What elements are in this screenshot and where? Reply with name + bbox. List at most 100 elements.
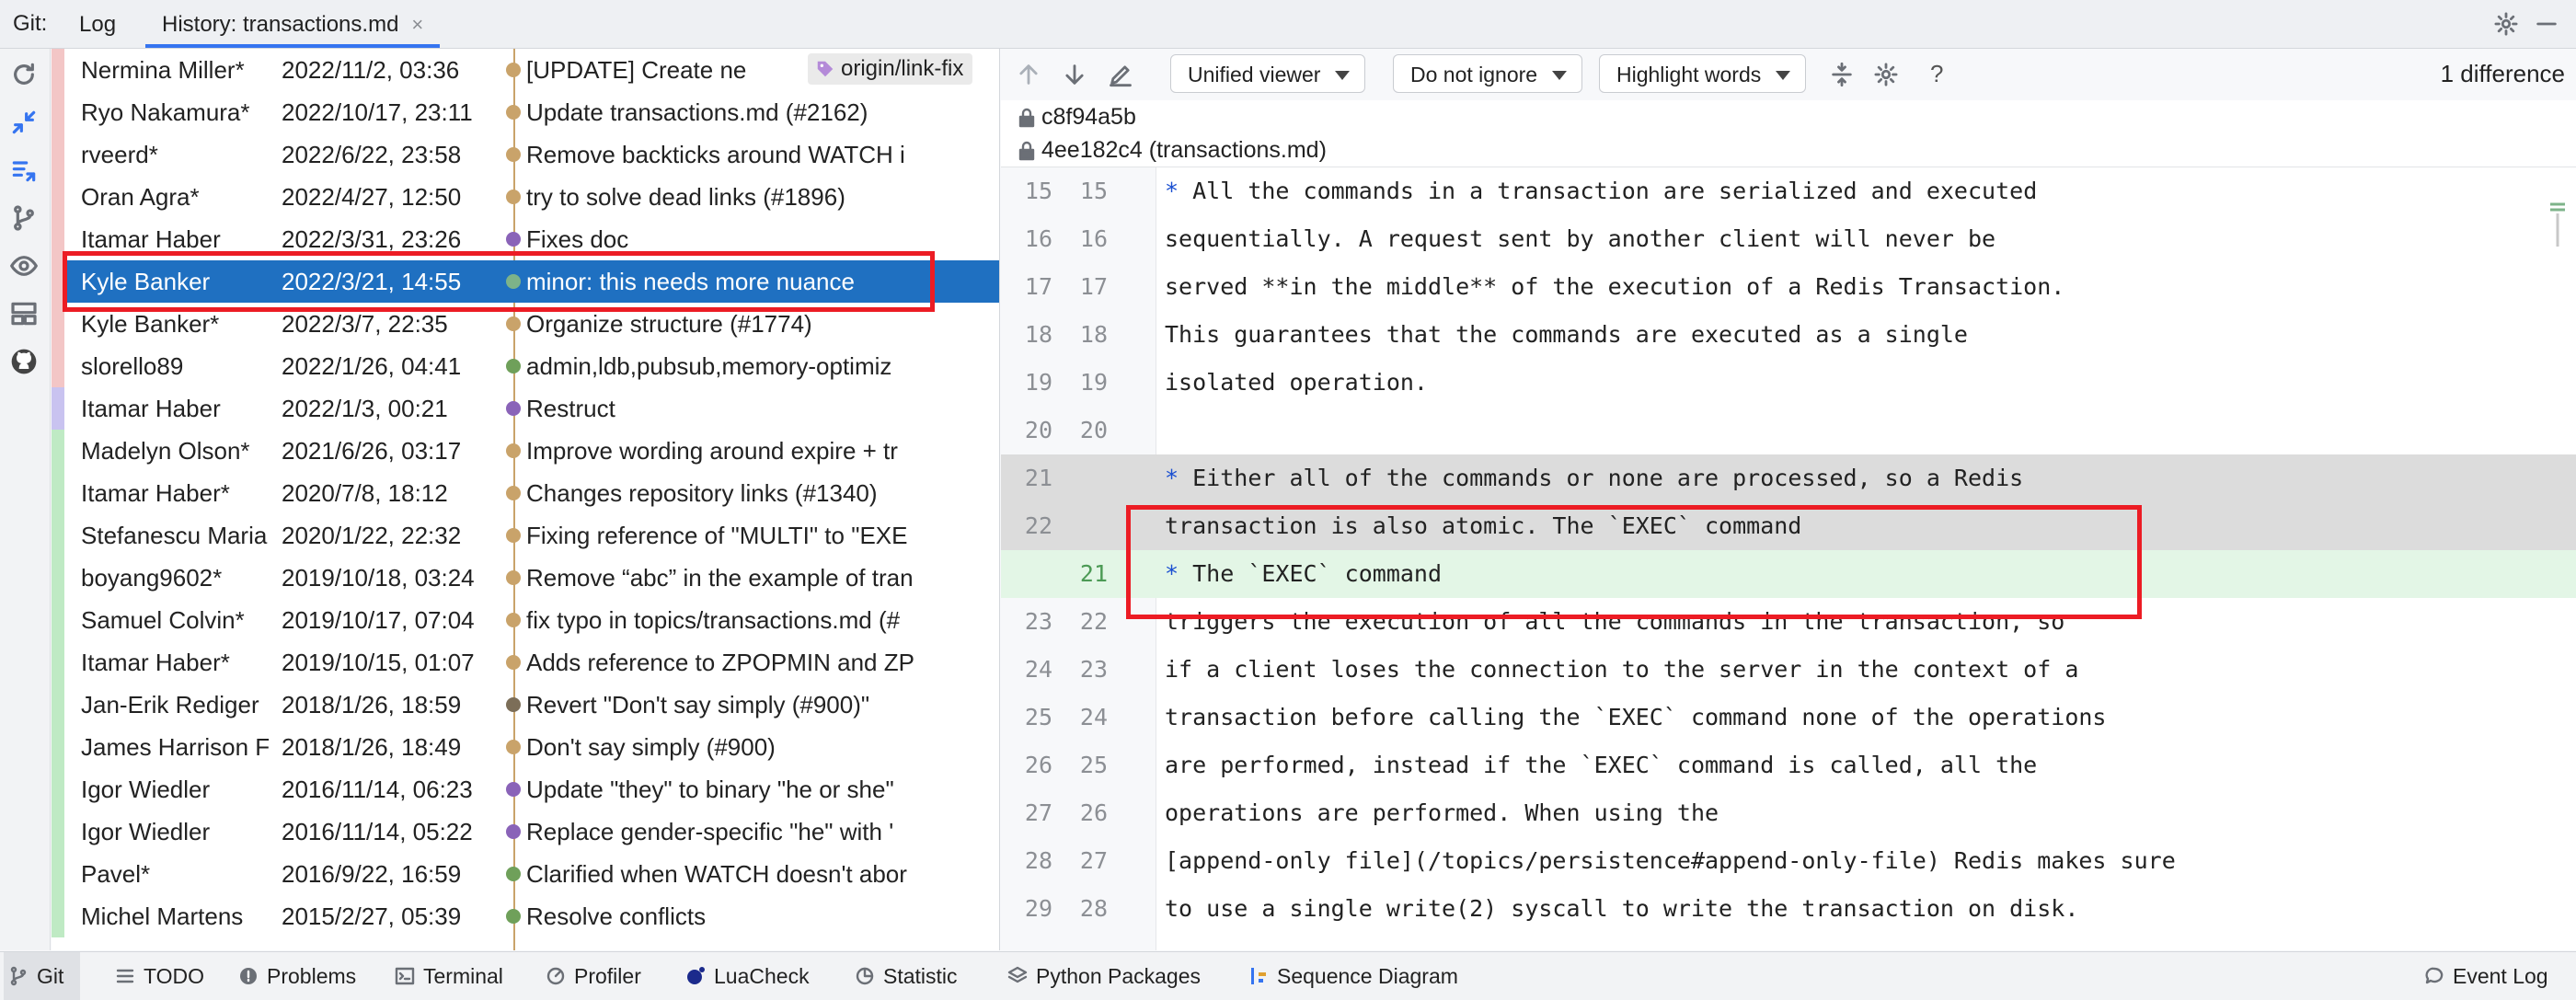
diff-line[interactable]: 22 transaction is also atomic. The `EXEC`… (1001, 502, 2576, 550)
diff-line[interactable]: 15 15 * All the commands in a transaction … (1001, 167, 2576, 215)
profiler-tool-button[interactable]: Profiler (541, 952, 641, 1000)
commit-message: Revert "Don't say simply (#900)" (526, 691, 870, 718)
commit-date: 2022/3/31, 23:26 (282, 225, 462, 253)
diff-line[interactable]: 27 26 operations are performed. When using… (1001, 789, 2576, 837)
old-line-number: 29 (1024, 895, 1052, 922)
diff-line[interactable]: 21 * Either all of the commands or none a… (1001, 454, 2576, 502)
commit-row[interactable]: Michel Martens 2015/2/27, 05:39 Resolve co… (52, 895, 999, 937)
refresh-icon[interactable] (9, 60, 39, 89)
diff-line[interactable]: 16 16 sequentially. A request sent by anot… (1001, 215, 2576, 263)
new-line-number: 15 (1079, 178, 1108, 204)
terminal-tool-button[interactable]: Terminal (390, 952, 503, 1000)
change-marker-icon[interactable] (2550, 195, 2565, 250)
tab-log[interactable]: Log (63, 0, 132, 48)
commit-row[interactable]: Itamar Haber 2022/1/3, 00:21 Restruct (52, 387, 999, 430)
todo-tool-button[interactable]: TODO (110, 952, 204, 1000)
commit-message: Clarified when WATCH doesn't abor (526, 860, 907, 888)
help-icon[interactable]: ? (1930, 60, 1943, 88)
sequence-diagram-tool-button[interactable]: Sequence Diagram (1244, 952, 1458, 1000)
gear-icon[interactable] (2493, 11, 2519, 37)
diff-line[interactable]: 26 25 are performed, instead if the `EXEC`… (1001, 741, 2576, 789)
commit-row[interactable]: James Harrison F 2018/1/26, 18:49 Don't sa… (52, 726, 999, 768)
old-line-number: 18 (1024, 321, 1052, 348)
warning-circle-icon (240, 968, 257, 984)
commit-row[interactable]: Samuel Colvin* 2019/10/17, 07:04 fix typo … (52, 599, 999, 641)
old-line-number: 25 (1024, 704, 1052, 730)
old-line-number: 28 (1024, 847, 1052, 874)
commit-row[interactable]: slorello89 2022/1/26, 04:41 admin,ldb,pubs… (52, 345, 999, 387)
commit-author: Jan-Erik Rediger (81, 691, 259, 718)
commit-color-bar (52, 260, 64, 303)
ignore-whitespace-dropdown[interactable]: Do not ignore (1393, 54, 1583, 93)
commit-row[interactable]: Jan-Erik Rediger 2018/1/26, 18:59 Revert "… (52, 684, 999, 726)
new-line-number: 22 (1079, 608, 1108, 635)
commit-row[interactable]: Itamar Haber* 2019/10/15, 01:07 Adds refer… (52, 641, 999, 684)
settings-gear-icon[interactable] (1873, 62, 1899, 87)
diff-line-text: * All the commands in a transaction are … (1165, 178, 2038, 204)
problems-tool-button[interactable]: Problems (234, 952, 356, 1000)
diff-line[interactable]: 20 20 (1001, 407, 2576, 454)
tab-history[interactable]: History: transactions.md × (145, 0, 441, 48)
commit-graph-node (506, 274, 521, 289)
highlight-mode-dropdown[interactable]: Highlight words (1599, 54, 1807, 93)
viewer-mode-dropdown[interactable]: Unified viewer (1170, 54, 1366, 93)
git-tool-button[interactable]: Git (4, 952, 81, 1000)
commit-row[interactable]: boyang9602* 2019/10/18, 03:24 Remove “abc”… (52, 557, 999, 599)
diff-line-text: operations are performed. When using the (1165, 799, 1719, 826)
commit-row[interactable]: Itamar Haber 2022/3/31, 23:26 Fixes doc (52, 218, 999, 260)
event-log-tool-button[interactable]: Event Log (2420, 952, 2548, 1000)
diff-line[interactable]: 25 24 transaction before calling the `EXEC… (1001, 694, 2576, 741)
diff-line[interactable]: 18 18 This guarantees that the commands ar… (1001, 311, 2576, 359)
old-line-number: 24 (1024, 656, 1052, 683)
minimize-icon[interactable] (2534, 11, 2559, 37)
commit-row[interactable]: Nermina Miller* 2022/11/2, 03:36 [UPDATE] … (52, 49, 999, 91)
diff-line[interactable]: 28 27 [append-only file](/topics/persisten… (1001, 837, 2576, 885)
commit-row[interactable]: Stefanescu Maria 2020/1/22, 22:32 Fixing r… (52, 514, 999, 557)
python-packages-tool-button[interactable]: Python Packages (1003, 952, 1201, 1000)
commit-author: Nermina Miller* (81, 56, 245, 84)
commit-row[interactable]: Oran Agra* 2022/4/27, 12:50 try to solve d… (52, 176, 999, 218)
commit-row[interactable]: Igor Wiedler 2016/11/14, 05:22 Replace gen… (52, 810, 999, 853)
commit-row[interactable]: Kyle Banker* 2022/3/7, 22:35 Organize stru… (52, 303, 999, 345)
commit-message: Organize structure (#1774) (526, 310, 812, 338)
lua-icon (687, 967, 705, 984)
commit-color-bar (52, 303, 64, 345)
diff-line[interactable]: 17 17 served **in the middle** of the exec… (1001, 263, 2576, 311)
diff-line[interactable]: 29 28 to use a single write(2) syscall to … (1001, 885, 2576, 933)
commit-row[interactable]: Igor Wiedler 2016/11/14, 06:23 Update "the… (52, 768, 999, 810)
close-tab-icon[interactable]: × (411, 13, 423, 36)
new-line-number: 17 (1079, 273, 1108, 300)
expand-arrows-icon[interactable] (9, 155, 39, 185)
diff-code-area[interactable]: 15 15 * All the commands in a transaction … (1001, 167, 2576, 950)
commit-row[interactable]: Kyle Banker 2022/3/21, 14:55 minor: this n… (52, 260, 999, 303)
commit-row[interactable]: Ryo Nakamura* 2022/10/17, 23:11 Update tra… (52, 91, 999, 133)
commit-row[interactable]: Madelyn Olson* 2021/6/26, 03:17 Improve wo… (52, 430, 999, 472)
eye-icon[interactable] (9, 251, 39, 281)
branch-tag[interactable]: origin/link-fix (808, 53, 973, 85)
diff-line[interactable]: 24 23 if a client loses the connection to … (1001, 646, 2576, 694)
commit-date: 2022/10/17, 23:11 (282, 98, 473, 126)
diff-line[interactable]: 21 * The `EXEC` command (1001, 550, 2576, 598)
commit-row[interactable]: Itamar Haber* 2020/7/8, 18:12 Changes repo… (52, 472, 999, 514)
commit-graph-node (506, 570, 521, 585)
edit-icon[interactable] (1108, 62, 1133, 87)
new-line-number: 18 (1079, 321, 1108, 348)
commit-row[interactable]: rveerd* 2022/6/22, 23:58 Remove backticks … (52, 133, 999, 176)
commit-graph-node (506, 316, 521, 331)
statistic-tool-button[interactable]: Statistic (850, 952, 958, 1000)
list-icon (116, 969, 134, 983)
branch-icon[interactable] (9, 203, 39, 233)
branch-icon (10, 966, 27, 986)
collapse-unchanged-icon[interactable] (1829, 62, 1855, 87)
github-icon[interactable] (9, 347, 39, 376)
layout-icon[interactable] (9, 299, 39, 328)
next-difference-icon[interactable] (1062, 62, 1087, 87)
commit-row[interactable]: Pavel* 2016/9/22, 16:59 Clarified when WAT… (52, 853, 999, 895)
previous-difference-icon[interactable] (1016, 62, 1041, 87)
luacheck-tool-button[interactable]: LuaCheck (681, 952, 810, 1000)
collapse-arrows-icon[interactable] (9, 108, 39, 137)
tag-icon (817, 61, 834, 77)
new-line-number: 28 (1079, 895, 1108, 922)
diff-line[interactable]: 19 19 isolated operation. (1001, 359, 2576, 407)
diff-line[interactable]: 23 22 triggers the execution of all the co… (1001, 598, 2576, 646)
